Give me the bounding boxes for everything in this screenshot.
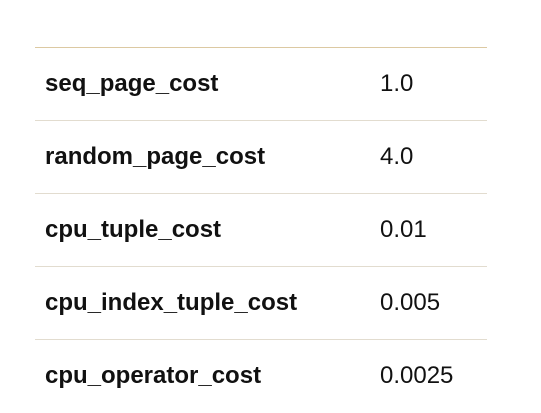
table-row: random_page_cost 4.0 [35, 120, 487, 194]
table-row: cpu_index_tuple_cost 0.005 [35, 266, 487, 340]
cost-parameters-table-body: seq_page_cost 1.0 random_page_cost 4.0 c… [35, 47, 487, 413]
parameter-value-cell: 0.005 [380, 289, 441, 316]
parameter-value-cell: 0.0025 [380, 362, 454, 390]
parameter-value-cell: 0.01 [380, 216, 427, 243]
table-row: cpu_tuple_cost 0.01 [35, 193, 487, 267]
parameter-name-cell: cpu_index_tuple_cost [45, 289, 298, 316]
parameter-name-cell: cpu_operator_cost [45, 362, 262, 390]
cost-parameters-table: seq_page_cost 1.0 random_page_cost 4.0 c… [35, 47, 487, 413]
table-row: cpu_operator_cost 0.0025 [35, 339, 487, 413]
table-row: seq_page_cost 1.0 [35, 47, 487, 121]
parameter-value-cell: 4.0 [380, 143, 414, 170]
parameter-value-cell: 1.0 [380, 70, 414, 97]
parameter-name-cell: random_page_cost [45, 143, 266, 170]
parameter-name-cell: seq_page_cost [45, 70, 219, 97]
parameter-name-cell: cpu_tuple_cost [45, 216, 222, 243]
